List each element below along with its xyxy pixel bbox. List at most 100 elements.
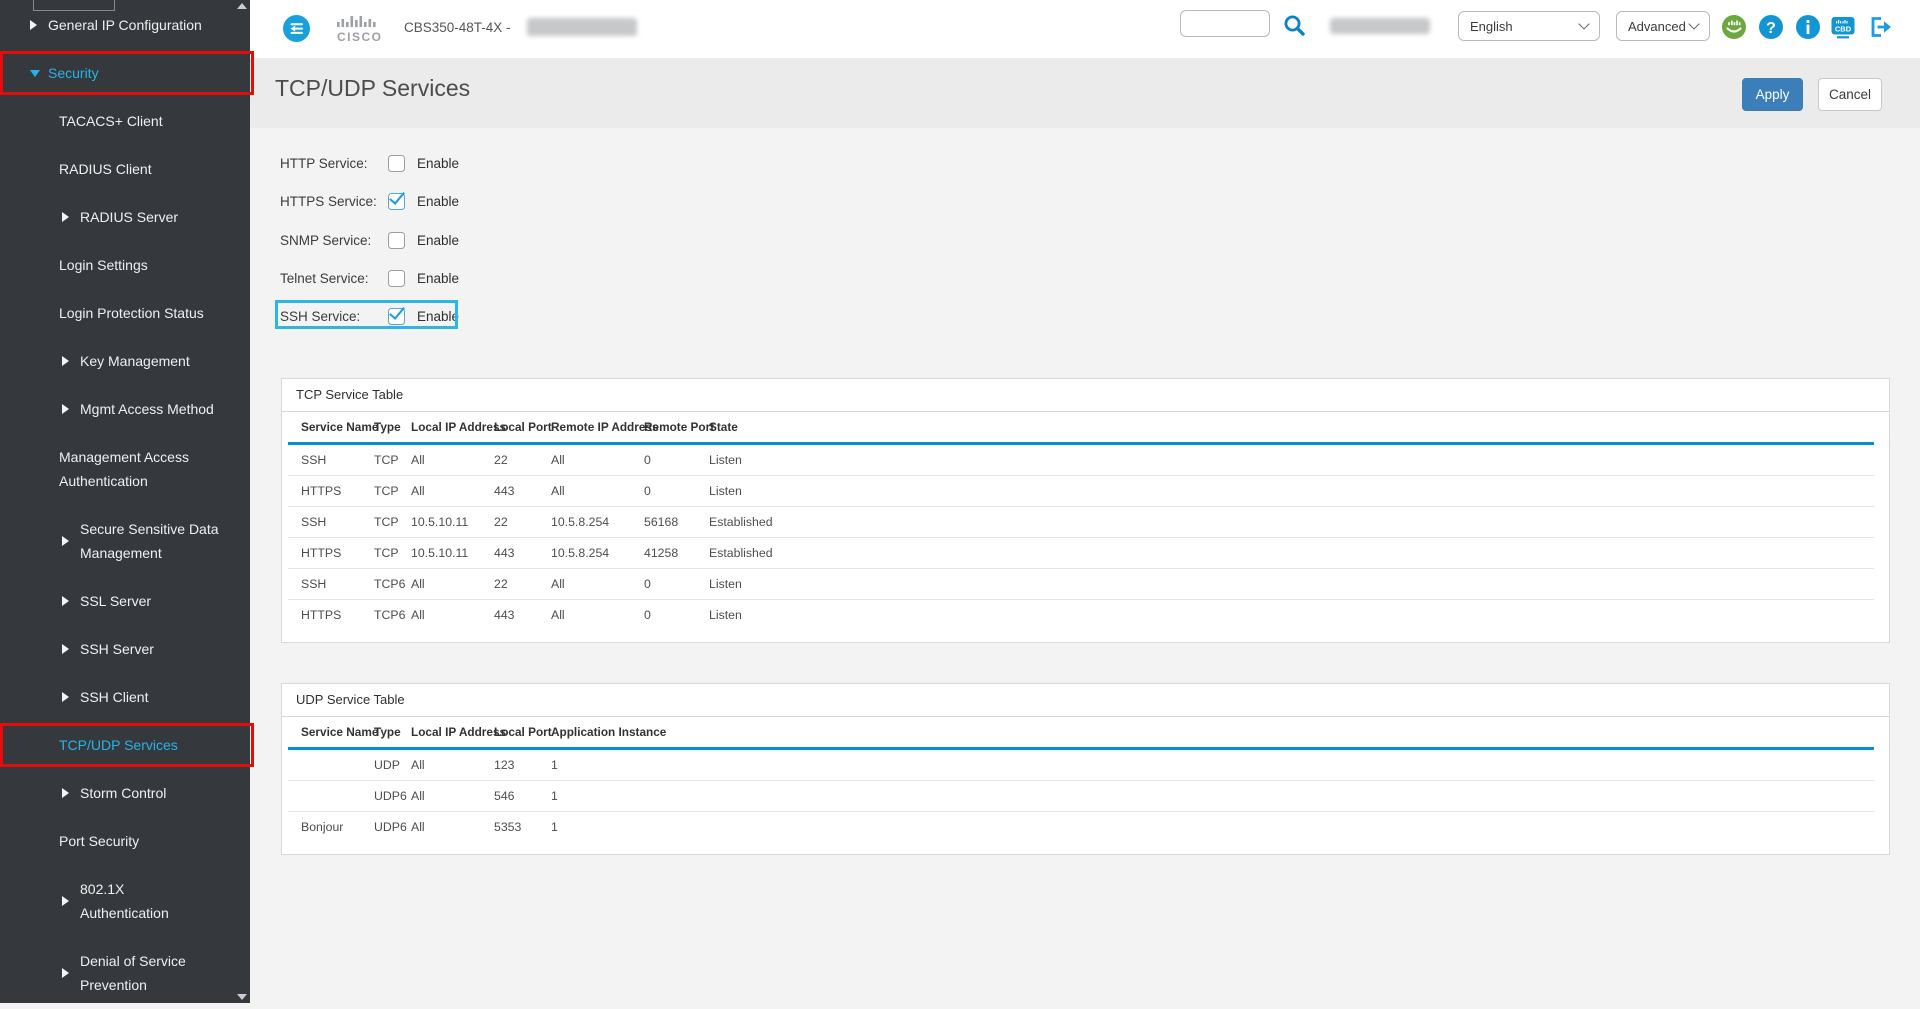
- display-mode-select[interactable]: Advanced: [1616, 11, 1710, 41]
- sidebar-item-label: Denial of Service Prevention: [80, 949, 186, 997]
- info-icon[interactable]: [1795, 14, 1821, 40]
- sidebar-item-general-ip-configuration[interactable]: General IP Configuration: [0, 1, 250, 49]
- sidebar-item-key-management[interactable]: Key Management: [0, 337, 250, 385]
- table-cell: All: [411, 600, 494, 631]
- table-cell: SSH: [288, 444, 374, 476]
- page-title-bar: TCP/UDP Services: [250, 58, 1920, 128]
- column-header: Remote IP Address: [551, 412, 644, 444]
- table-cell: 10.5.10.11: [411, 538, 494, 569]
- sidebar-item-mgmt-access-method[interactable]: Mgmt Access Method: [0, 385, 250, 433]
- sidebar-item-label: RADIUS Client: [59, 157, 152, 181]
- enable-checkbox[interactable]: [388, 193, 405, 210]
- sidebar-item-secure-sensitive-data-management[interactable]: Secure Sensitive Data Management: [0, 505, 250, 577]
- table-cell: HTTPS: [288, 476, 374, 507]
- sidebar-item-label: Storm Control: [80, 781, 166, 805]
- table-row: SSHTCP10.5.10.112210.5.8.25456168Establi…: [288, 507, 1874, 538]
- table-cell: UDP: [374, 749, 411, 781]
- column-header: State: [709, 412, 1874, 444]
- sidebar-item-security[interactable]: Security: [0, 49, 250, 97]
- service-label: Telnet Service:: [280, 271, 388, 286]
- column-header: Type: [374, 412, 411, 444]
- svg-text:?: ?: [1766, 20, 1776, 37]
- sidebar-item-label: RADIUS Server: [80, 205, 178, 229]
- column-header: Local IP Address: [411, 717, 494, 749]
- expand-arrow-icon: [62, 692, 69, 702]
- enable-checkbox[interactable]: [388, 270, 405, 287]
- expand-arrow-icon: [62, 788, 69, 798]
- device-title: CBS350-48T-4X -: [404, 20, 511, 35]
- search-input[interactable]: [1180, 10, 1270, 37]
- sidebar-item-ssl-server[interactable]: SSL Server: [0, 577, 250, 625]
- table-cell: Listen: [709, 600, 1874, 631]
- table-row: BonjourUDP6All53531: [288, 812, 1874, 843]
- table-cell: 41258: [644, 538, 709, 569]
- help-icon[interactable]: ?: [1758, 14, 1784, 40]
- sidebar-item-label: General IP Configuration: [48, 13, 202, 37]
- svg-text:CISCO: CISCO: [337, 30, 383, 44]
- table-row: HTTPSTCP10.5.10.1144310.5.8.25441258Esta…: [288, 538, 1874, 569]
- table-cell: 443: [494, 600, 551, 631]
- redacted-username: [1330, 18, 1430, 34]
- table-cell: 1: [551, 781, 1874, 812]
- sidebar-item-storm-control[interactable]: Storm Control: [0, 769, 250, 817]
- table-cell: Established: [709, 538, 1874, 569]
- sidebar-item-802-1x-authentication[interactable]: 802.1X Authentication: [0, 865, 250, 937]
- table-cell: All: [551, 569, 644, 600]
- sidebar-item-label: Key Management: [80, 349, 190, 373]
- enable-checkbox[interactable]: [388, 232, 405, 249]
- tcp-service-table: Service NameTypeLocal IP AddressLocal Po…: [288, 412, 1874, 630]
- table-cell: 22: [494, 569, 551, 600]
- cisco-business-dashboard-icon[interactable]: CBD: [1830, 14, 1856, 40]
- udp-service-table-panel: UDP Service Table Service NameTypeLocal …: [281, 683, 1890, 855]
- top-header: CISCO CBS350-48T-4X - English Advanced: [250, 0, 1920, 58]
- language-select[interactable]: English: [1458, 11, 1600, 41]
- sidebar-item-tacacs-client[interactable]: TACACS+ Client: [0, 97, 250, 145]
- tcp-service-table-panel: TCP Service Table Service NameTypeLocal …: [281, 378, 1890, 643]
- sidebar-item-label: SSH Client: [80, 685, 148, 709]
- expand-arrow-icon: [62, 536, 69, 546]
- chevron-down-icon: [1578, 18, 1589, 29]
- expand-arrow-icon: [62, 596, 69, 606]
- enable-checkbox[interactable]: [388, 155, 405, 172]
- collapse-arrow-icon: [30, 70, 40, 77]
- sidebar-item-login-settings[interactable]: Login Settings: [0, 241, 250, 289]
- enable-checkbox[interactable]: [388, 308, 405, 325]
- table-cell: 10.5.8.254: [551, 538, 644, 569]
- column-header: Service Name: [288, 717, 374, 749]
- table-row: HTTPSTCPAll443All0Listen: [288, 476, 1874, 507]
- sidebar-item-radius-client[interactable]: RADIUS Client: [0, 145, 250, 193]
- cancel-button[interactable]: Cancel: [1818, 78, 1882, 111]
- table-row: HTTPSTCP6All443All0Listen: [288, 600, 1874, 631]
- sidebar-item-login-protection-status[interactable]: Login Protection Status: [0, 289, 250, 337]
- sidebar-toggle-icon[interactable]: [283, 15, 310, 42]
- table-cell: 1: [551, 749, 1874, 781]
- sidebar-item-label: 802.1X Authentication: [80, 877, 169, 925]
- search-icon[interactable]: [1283, 14, 1306, 37]
- sidebar-item-ssh-client[interactable]: SSH Client: [0, 673, 250, 721]
- table-cell: All: [411, 812, 494, 843]
- service-row: HTTP Service:Enable: [280, 150, 459, 176]
- sidebar-item-port-security[interactable]: Port Security: [0, 817, 250, 865]
- table-cell: 546: [494, 781, 551, 812]
- table-cell: 0: [644, 476, 709, 507]
- sidebar-item-management-access-authentication[interactable]: Management Access Authentication: [0, 433, 250, 505]
- sidebar-item-radius-server[interactable]: RADIUS Server: [0, 193, 250, 241]
- table-cell: Listen: [709, 444, 1874, 476]
- service-label: HTTPS Service:: [280, 194, 388, 209]
- table-cell: 10.5.8.254: [551, 507, 644, 538]
- sidebar-item-ssh-server[interactable]: SSH Server: [0, 625, 250, 673]
- apply-button[interactable]: Apply: [1742, 78, 1803, 111]
- table-cell: UDP6: [374, 812, 411, 843]
- sidebar-item-denial-of-service-prevention[interactable]: Denial of Service Prevention: [0, 937, 250, 1009]
- service-row: Telnet Service:Enable: [280, 265, 459, 291]
- app-window: General IP Configuration SecurityTACACS+ …: [0, 0, 1920, 1003]
- feedback-smiley-icon[interactable]: [1721, 14, 1747, 40]
- logout-icon[interactable]: [1868, 14, 1894, 40]
- table-cell: All: [411, 444, 494, 476]
- table-cell: 22: [494, 444, 551, 476]
- table-cell: Listen: [709, 476, 1874, 507]
- sidebar-item-label: TCP/UDP Services: [59, 733, 178, 757]
- sidebar-item-tcp-udp-services[interactable]: TCP/UDP Services: [0, 721, 250, 769]
- column-header: Local Port: [494, 717, 551, 749]
- table-cell: TCP6: [374, 600, 411, 631]
